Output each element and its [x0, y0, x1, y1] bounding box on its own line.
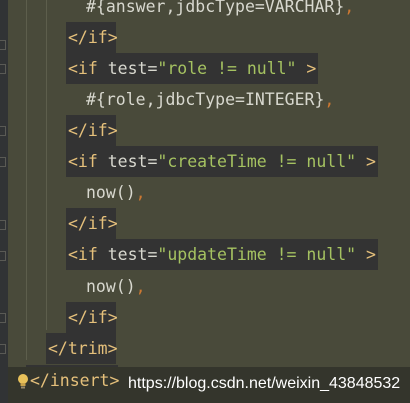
code-line-now: now(),	[86, 183, 146, 202]
lightbulb-icon[interactable]	[16, 373, 30, 389]
fold-marker-icon[interactable]	[0, 220, 6, 230]
code-line-answer: #{answer,jdbcType=VARCHAR},	[86, 0, 355, 16]
fold-marker-icon[interactable]	[0, 40, 6, 50]
code-line-if-close: </if>	[68, 121, 118, 140]
code-line-trim-close: </trim>	[48, 339, 118, 358]
code-line-if-close: </if>	[68, 28, 118, 47]
code-line-if-updatetime: <if test="updateTime != null" >	[68, 245, 376, 264]
code-line-insert-close: </insert>	[30, 371, 120, 390]
fold-marker-icon[interactable]	[0, 251, 6, 261]
watermark-url: https://blog.csdn.net/weixin_43848532	[128, 375, 401, 392]
code-line-if-role: <if test="role != null" >	[68, 59, 317, 78]
fold-marker-icon[interactable]	[0, 126, 6, 136]
code-line-if-close: </if>	[68, 308, 118, 327]
code-line-if-close: </if>	[68, 214, 118, 233]
fold-marker-icon[interactable]	[0, 344, 6, 354]
code-line-now: now(),	[86, 277, 146, 296]
fold-marker-icon[interactable]	[0, 64, 6, 74]
code-line-if-createtime: <if test="createTime != null" >	[68, 152, 376, 171]
indent-guide	[26, 0, 27, 360]
indent-guide	[46, 0, 47, 330]
fold-marker-icon[interactable]	[0, 313, 6, 323]
fold-marker-icon[interactable]	[0, 157, 6, 167]
editor-gutter	[0, 0, 8, 403]
code-line-role: #{role,jdbcType=INTEGER},	[86, 90, 335, 109]
